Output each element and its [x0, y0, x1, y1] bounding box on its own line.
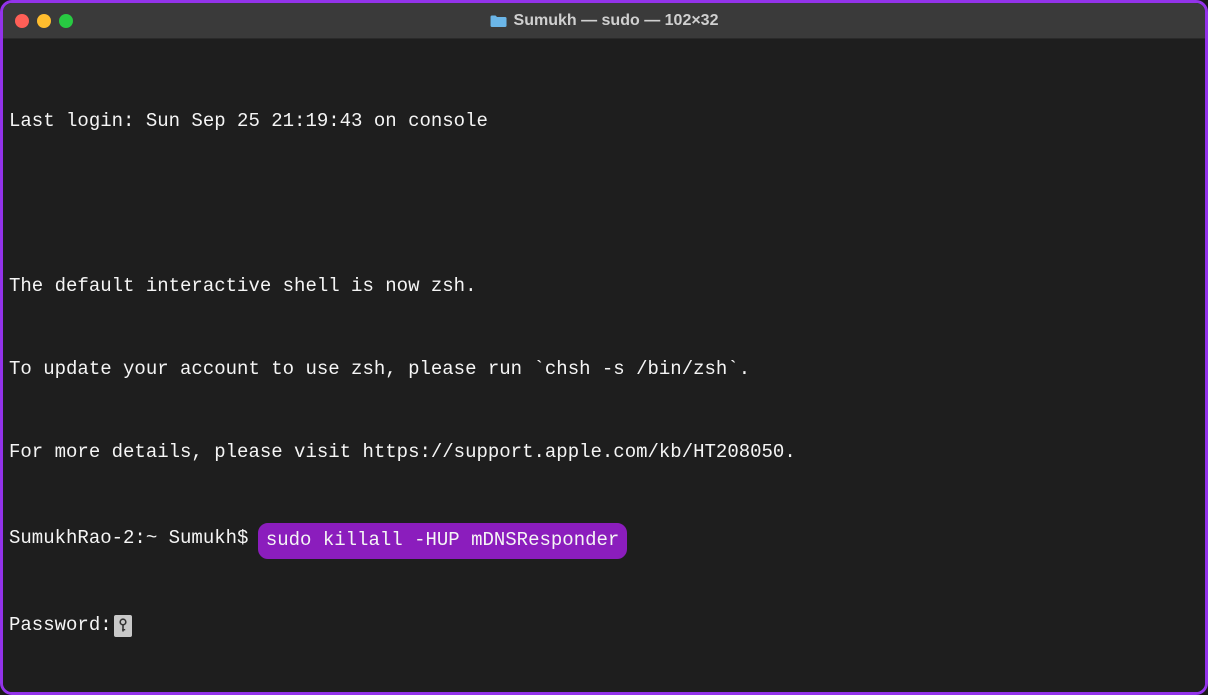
- window-title: Sumukh — sudo — 102×32: [490, 12, 719, 30]
- last-login-line: Last login: Sun Sep 25 21:19:43 on conso…: [9, 108, 1199, 136]
- terminal-window: Sumukh — sudo — 102×32 Last login: Sun S…: [0, 0, 1208, 695]
- title-bar: Sumukh — sudo — 102×32: [3, 3, 1205, 39]
- password-label: Password:: [9, 612, 112, 640]
- folder-icon: [490, 14, 508, 28]
- prompt-line: SumukhRao-2:~ Sumukh$ sudo killall -HUP …: [9, 521, 1199, 557]
- prompt-prefix: SumukhRao-2:~ Sumukh$: [9, 525, 260, 553]
- shell-notice-line-1: The default interactive shell is now zsh…: [9, 273, 1199, 301]
- minimize-button[interactable]: [37, 14, 51, 28]
- command-text: sudo killall -HUP mDNSResponder: [266, 529, 619, 551]
- command-highlight: sudo killall -HUP mDNSResponder: [258, 523, 627, 559]
- password-line: Password:: [9, 612, 1199, 640]
- blank-line: [9, 191, 1199, 219]
- traffic-lights: [15, 14, 73, 28]
- key-icon: [114, 615, 132, 637]
- shell-notice-line-2: To update your account to use zsh, pleas…: [9, 356, 1199, 384]
- shell-notice-line-3: For more details, please visit https://s…: [9, 439, 1199, 467]
- window-title-text: Sumukh — sudo — 102×32: [514, 12, 719, 30]
- terminal-content[interactable]: Last login: Sun Sep 25 21:19:43 on conso…: [3, 39, 1205, 692]
- maximize-button[interactable]: [59, 14, 73, 28]
- close-button[interactable]: [15, 14, 29, 28]
